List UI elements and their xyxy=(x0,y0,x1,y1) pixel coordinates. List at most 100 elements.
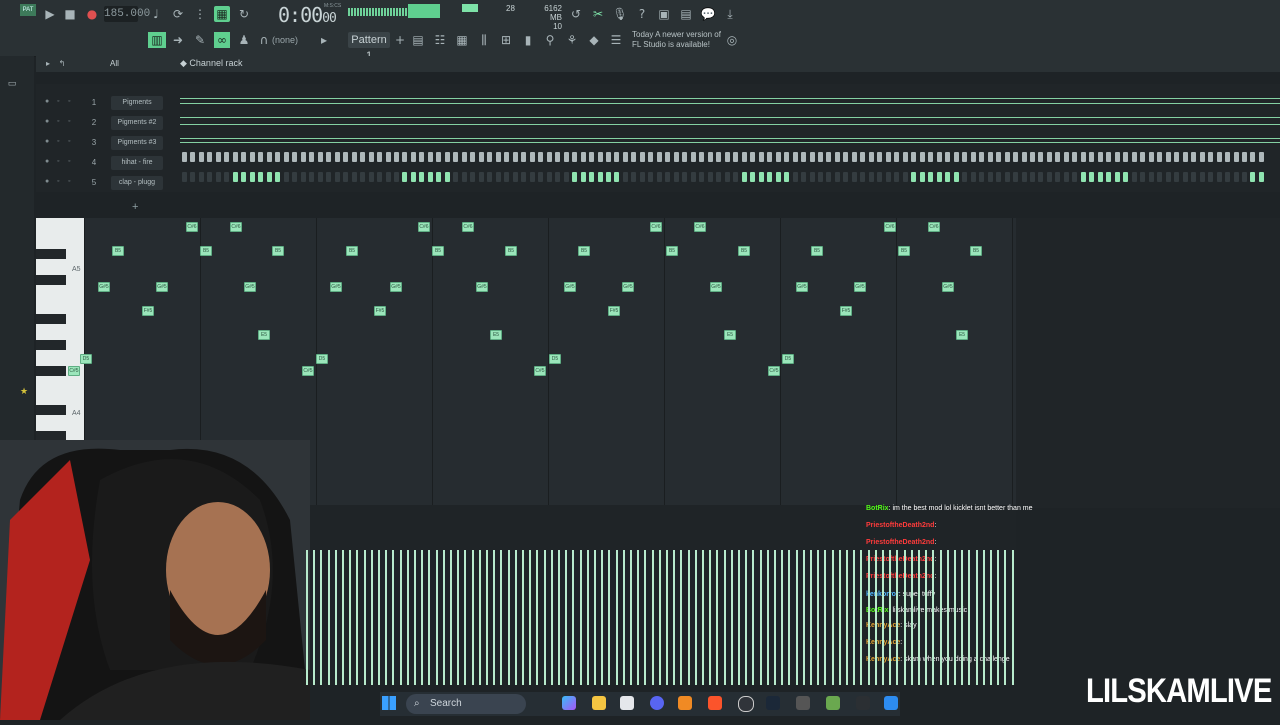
step-button[interactable] xyxy=(385,152,391,162)
velocity-bar[interactable] xyxy=(680,550,683,685)
velocity-bar[interactable] xyxy=(457,550,460,685)
velocity-bar[interactable] xyxy=(802,550,805,685)
step-button[interactable] xyxy=(580,172,586,182)
step-button[interactable] xyxy=(300,172,306,182)
step-button[interactable] xyxy=(1225,152,1231,162)
velocity-bar[interactable] xyxy=(313,550,316,685)
step-button[interactable] xyxy=(546,172,552,182)
velocity-bar[interactable] xyxy=(918,550,920,685)
velocity-bar[interactable] xyxy=(954,550,956,685)
step-button[interactable] xyxy=(1157,172,1163,182)
step-button[interactable] xyxy=(444,152,450,162)
plugin-picker-icon[interactable]: ⊞ xyxy=(498,32,514,48)
step-button[interactable] xyxy=(733,172,739,182)
velocity-bar[interactable] xyxy=(543,550,546,685)
step-button[interactable] xyxy=(198,152,204,162)
volume-knob-icon[interactable]: ◦ xyxy=(68,158,70,165)
velocity-bar[interactable] xyxy=(586,550,589,685)
step-button[interactable] xyxy=(563,172,569,182)
velocity-bar[interactable] xyxy=(867,550,870,685)
step-button[interactable] xyxy=(665,172,671,182)
tempo-display[interactable]: 185.000 xyxy=(104,6,150,22)
velocity-bar[interactable] xyxy=(766,550,769,685)
step-button[interactable] xyxy=(1021,172,1027,182)
velocity-bar[interactable] xyxy=(428,550,431,685)
velocity-bar[interactable] xyxy=(486,550,488,685)
velocity-bar[interactable] xyxy=(306,550,308,685)
step-button[interactable] xyxy=(1242,152,1247,162)
step-button[interactable] xyxy=(1199,172,1205,182)
channel-name-button[interactable]: Pigments #3 xyxy=(111,136,163,150)
midi-note[interactable]: C#6 xyxy=(418,222,430,232)
velocity-bar[interactable] xyxy=(788,550,791,685)
midi-note[interactable]: G#5 xyxy=(942,282,954,292)
step-button[interactable] xyxy=(190,152,196,162)
step-button[interactable] xyxy=(343,172,349,182)
step-button[interactable] xyxy=(877,152,883,162)
step-button[interactable] xyxy=(1097,172,1103,182)
step-button[interactable] xyxy=(1208,172,1214,182)
midi-note[interactable]: B5 xyxy=(738,246,750,256)
step-button[interactable] xyxy=(326,152,332,162)
step-button[interactable] xyxy=(690,152,696,162)
file-explorer-icon[interactable] xyxy=(592,696,606,710)
step-button[interactable] xyxy=(851,172,857,182)
velocity-bar[interactable] xyxy=(630,550,632,685)
step-button[interactable] xyxy=(767,152,773,162)
step-button[interactable] xyxy=(987,152,993,162)
step-button[interactable] xyxy=(1140,172,1146,182)
step-button[interactable] xyxy=(292,152,298,162)
step-button[interactable] xyxy=(1165,152,1171,162)
step-button[interactable] xyxy=(1021,152,1027,162)
step-button[interactable] xyxy=(699,152,705,162)
step-button[interactable] xyxy=(453,172,459,182)
step-button[interactable] xyxy=(207,172,213,182)
black-key[interactable] xyxy=(36,366,66,376)
step-button[interactable] xyxy=(673,172,679,182)
mixer-icon[interactable]: ▤ xyxy=(678,6,694,22)
step-button[interactable] xyxy=(360,172,366,182)
step-button[interactable] xyxy=(707,152,713,162)
step-button[interactable] xyxy=(385,172,391,182)
midi-note[interactable]: G#5 xyxy=(244,282,256,292)
step-button[interactable] xyxy=(410,172,416,182)
velocity-bar[interactable] xyxy=(939,550,942,685)
mute-led-icon[interactable]: ● xyxy=(45,138,49,145)
step-button[interactable] xyxy=(334,152,340,162)
step-button[interactable] xyxy=(436,152,442,162)
step-button[interactable] xyxy=(512,152,518,162)
midi-note[interactable]: G#5 xyxy=(390,282,402,292)
velocity-bar[interactable] xyxy=(882,550,884,685)
velocity-bar[interactable] xyxy=(961,550,964,685)
velocity-bar[interactable] xyxy=(421,550,424,685)
add-channel-button[interactable]: + xyxy=(132,201,138,213)
step-button[interactable] xyxy=(258,172,264,182)
step-button[interactable] xyxy=(622,152,628,162)
step-button[interactable] xyxy=(716,172,722,182)
step-button[interactable] xyxy=(419,172,425,182)
step-button[interactable] xyxy=(275,152,281,162)
channel-rack-icon[interactable]: ☷ xyxy=(432,32,448,48)
volume-knob-icon[interactable]: ◦ xyxy=(68,98,70,105)
typing-keyboard-icon[interactable]: ▦ xyxy=(214,6,230,22)
velocity-bar[interactable] xyxy=(356,550,359,685)
velocity-bar[interactable] xyxy=(716,550,719,685)
step-button[interactable] xyxy=(606,172,611,182)
step-button[interactable] xyxy=(758,152,764,162)
midi-note[interactable]: C#6 xyxy=(462,222,474,232)
step-button[interactable] xyxy=(809,152,815,162)
step-button[interactable] xyxy=(529,172,535,182)
step-button[interactable] xyxy=(1233,172,1239,182)
step-button[interactable] xyxy=(512,172,518,182)
velocity-bar[interactable] xyxy=(687,550,690,685)
velocity-bar[interactable] xyxy=(795,550,798,685)
step-button[interactable] xyxy=(851,152,857,162)
step-button[interactable] xyxy=(1123,152,1129,162)
step-button[interactable] xyxy=(1182,152,1188,162)
step-button[interactable] xyxy=(1157,152,1163,162)
velocity-bar[interactable] xyxy=(435,550,438,685)
step-button[interactable] xyxy=(292,172,298,182)
step-button[interactable] xyxy=(996,172,1002,182)
velocity-bar[interactable] xyxy=(730,550,733,685)
velocity-bar[interactable] xyxy=(450,550,452,685)
